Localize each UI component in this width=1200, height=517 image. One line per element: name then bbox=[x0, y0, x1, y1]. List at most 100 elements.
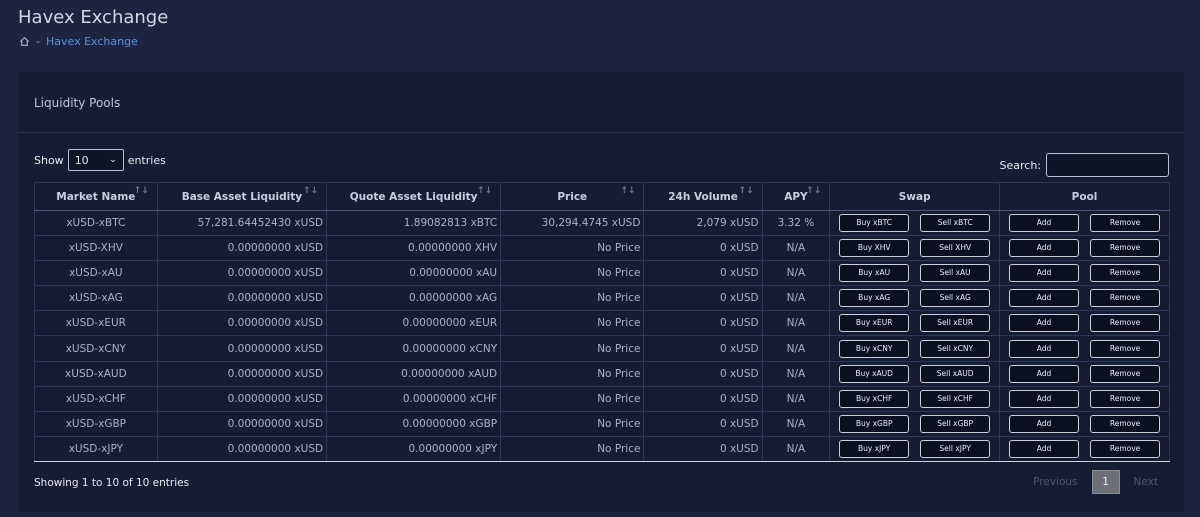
sell-button[interactable]: Sell xJPY bbox=[920, 439, 991, 458]
buy-button[interactable]: Buy XHV bbox=[839, 239, 910, 258]
cell-market-name: xUSD-xJPY bbox=[34, 435, 158, 462]
buy-button[interactable]: Buy xAG bbox=[839, 289, 910, 308]
cell-market-name: xUSD-XHV bbox=[34, 235, 158, 262]
cell-base-liquidity: 0.00000000 xUSD bbox=[156, 235, 328, 262]
cell-quote-liquidity: 0.00000000 xAU bbox=[326, 260, 502, 287]
cell-apy: N/A bbox=[761, 260, 831, 287]
add-liquidity-button[interactable]: Add bbox=[1009, 389, 1080, 408]
cell-pool: Add Remove bbox=[999, 435, 1170, 462]
sort-icon: ↑↓ bbox=[738, 186, 754, 196]
table-row: xUSD-XHV 0.00000000 xUSD 0.00000000 XHV No … bbox=[34, 235, 1170, 262]
pagination-page-1[interactable]: 1 bbox=[1091, 470, 1120, 494]
page-length-select[interactable]: 10 ⌄ bbox=[67, 149, 124, 171]
search-input[interactable] bbox=[1046, 153, 1169, 177]
buy-button[interactable]: Buy xJPY bbox=[839, 439, 910, 458]
cell-price: No Price bbox=[500, 260, 645, 287]
cell-swap: Buy xAG Sell xAG bbox=[829, 285, 1001, 312]
sort-icon: ↑↓ bbox=[133, 186, 149, 196]
cell-quote-liquidity: 1.89082813 xBTC bbox=[326, 209, 502, 237]
buy-button[interactable]: Buy xBTC bbox=[839, 214, 910, 233]
remove-liquidity-button[interactable]: Remove bbox=[1090, 214, 1161, 233]
cell-swap: Buy xCNY Sell xCNY bbox=[829, 335, 1001, 362]
add-liquidity-button[interactable]: Add bbox=[1009, 314, 1080, 333]
cell-quote-liquidity: 0.00000000 xCNY bbox=[326, 335, 502, 362]
show-label: Show bbox=[34, 153, 64, 167]
cell-swap: Buy xGBP Sell xGBP bbox=[829, 410, 1001, 437]
cell-price: No Price bbox=[500, 435, 645, 462]
remove-liquidity-button[interactable]: Remove bbox=[1090, 414, 1161, 433]
header-price[interactable]: Price ↑↓ bbox=[500, 182, 645, 211]
cell-swap: Buy xCHF Sell xCHF bbox=[829, 385, 1001, 412]
table-row: xUSD-xJPY 0.00000000 xUSD 0.00000000 xJPY N… bbox=[34, 435, 1170, 462]
cell-quote-liquidity: 0.00000000 xJPY bbox=[326, 435, 502, 462]
sell-button[interactable]: Sell xAUD bbox=[920, 364, 991, 383]
cell-24h-volume: 0 xUSD bbox=[643, 260, 763, 287]
add-liquidity-button[interactable]: Add bbox=[1009, 264, 1080, 283]
table-header-row: Market Name ↑↓ Base Asset Liquidity ↑↓ Quo… bbox=[34, 182, 1170, 211]
cell-base-liquidity: 57,281.64452430 xUSD bbox=[156, 209, 328, 237]
remove-liquidity-button[interactable]: Remove bbox=[1090, 314, 1161, 333]
table-row: xUSD-xGBP 0.00000000 xUSD 0.00000000 xGBP N… bbox=[34, 410, 1170, 437]
sell-button[interactable]: Sell xCNY bbox=[920, 339, 991, 358]
remove-liquidity-button[interactable]: Remove bbox=[1090, 439, 1161, 458]
remove-liquidity-button[interactable]: Remove bbox=[1090, 339, 1161, 358]
cell-base-liquidity: 0.00000000 xUSD bbox=[156, 435, 328, 462]
home-icon[interactable] bbox=[19, 36, 30, 47]
cell-base-liquidity: 0.00000000 xUSD bbox=[156, 285, 328, 312]
page-title: Havex Exchange bbox=[18, 7, 169, 28]
search-control: Search: bbox=[1000, 153, 1169, 177]
sell-button[interactable]: Sell xCHF bbox=[920, 389, 991, 408]
buy-button[interactable]: Buy xEUR bbox=[839, 314, 910, 333]
sell-button[interactable]: Sell XHV bbox=[920, 239, 991, 258]
remove-liquidity-button[interactable]: Remove bbox=[1090, 239, 1161, 258]
pagination-next[interactable]: Next bbox=[1122, 476, 1170, 488]
add-liquidity-button[interactable]: Add bbox=[1009, 414, 1080, 433]
remove-liquidity-button[interactable]: Remove bbox=[1090, 264, 1161, 283]
cell-quote-liquidity: 0.00000000 xAUD bbox=[326, 360, 502, 387]
cell-swap: Buy xBTC Sell xBTC bbox=[829, 209, 1001, 237]
header-24h-volume[interactable]: 24h Volume ↑↓ bbox=[643, 182, 763, 211]
remove-liquidity-button[interactable]: Remove bbox=[1090, 389, 1161, 408]
cell-market-name: xUSD-xGBP bbox=[34, 410, 158, 437]
card-title: Liquidity Pools bbox=[18, 72, 1184, 133]
buy-button[interactable]: Buy xCHF bbox=[839, 389, 910, 408]
cell-24h-volume: 0 xUSD bbox=[643, 410, 763, 437]
cell-market-name: xUSD-xCNY bbox=[34, 335, 158, 362]
buy-button[interactable]: Buy xAUD bbox=[839, 364, 910, 383]
pagination-previous[interactable]: Previous bbox=[1021, 476, 1089, 488]
add-liquidity-button[interactable]: Add bbox=[1009, 364, 1080, 383]
cell-apy: N/A bbox=[761, 285, 831, 312]
pagination: Previous 1 Next bbox=[1021, 470, 1170, 494]
add-liquidity-button[interactable]: Add bbox=[1009, 214, 1080, 233]
table-row: xUSD-xCHF 0.00000000 xUSD 0.00000000 xCHF N… bbox=[34, 385, 1170, 412]
cell-price: No Price bbox=[500, 310, 645, 337]
sell-button[interactable]: Sell xEUR bbox=[920, 314, 991, 333]
breadcrumb-current[interactable]: Havex Exchange bbox=[46, 35, 138, 48]
cell-24h-volume: 0 xUSD bbox=[643, 335, 763, 362]
sort-icon: ↑↓ bbox=[303, 186, 319, 196]
header-market-name[interactable]: Market Name ↑↓ bbox=[34, 182, 158, 211]
sell-button[interactable]: Sell xAG bbox=[920, 289, 991, 308]
sell-button[interactable]: Sell xAU bbox=[920, 264, 991, 283]
add-liquidity-button[interactable]: Add bbox=[1009, 339, 1080, 358]
buy-button[interactable]: Buy xCNY bbox=[839, 339, 910, 358]
cell-pool: Add Remove bbox=[999, 235, 1170, 262]
header-apy[interactable]: APY ↑↓ bbox=[761, 182, 831, 211]
buy-button[interactable]: Buy xAU bbox=[839, 264, 910, 283]
add-liquidity-button[interactable]: Add bbox=[1009, 289, 1080, 308]
add-liquidity-button[interactable]: Add bbox=[1009, 439, 1080, 458]
cell-apy: N/A bbox=[761, 310, 831, 337]
sell-button[interactable]: Sell xGBP bbox=[920, 414, 991, 433]
sell-button[interactable]: Sell xBTC bbox=[920, 214, 991, 233]
remove-liquidity-button[interactable]: Remove bbox=[1090, 364, 1161, 383]
buy-button[interactable]: Buy xGBP bbox=[839, 414, 910, 433]
add-liquidity-button[interactable]: Add bbox=[1009, 239, 1080, 258]
cell-swap: Buy xAU Sell xAU bbox=[829, 260, 1001, 287]
cell-price: No Price bbox=[500, 285, 645, 312]
cell-apy: N/A bbox=[761, 235, 831, 262]
header-quote-asset-liquidity[interactable]: Quote Asset Liquidity ↑↓ bbox=[326, 182, 502, 211]
remove-liquidity-button[interactable]: Remove bbox=[1090, 289, 1161, 308]
header-base-asset-liquidity[interactable]: Base Asset Liquidity ↑↓ bbox=[156, 182, 328, 211]
cell-quote-liquidity: 0.00000000 xCHF bbox=[326, 385, 502, 412]
sort-icon: ↑↓ bbox=[477, 186, 493, 196]
